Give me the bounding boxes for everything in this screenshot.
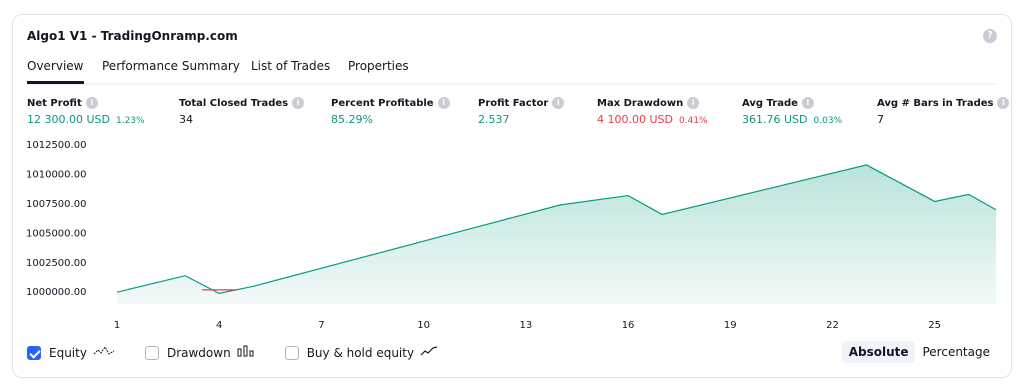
x-tick-label: 7 [318, 320, 324, 331]
x-tick-label: 25 [928, 320, 941, 331]
x-tick-label: 13 [519, 320, 532, 331]
x-tick-label: 4 [216, 320, 222, 331]
equity-chart[interactable]: 1012500.00 1010000.00 1007500.00 1005000.00… [0, 0, 1024, 386]
x-tick-label: 19 [724, 320, 737, 331]
x-tick-label: 22 [826, 320, 839, 331]
y-tick-label: 1007500.00 [26, 199, 86, 210]
x-tick-label: 1 [114, 320, 120, 331]
y-tick-label: 1000000.00 [26, 287, 86, 298]
equity-area [117, 164, 996, 304]
y-tick-label: 1005000.00 [26, 228, 86, 239]
x-tick-label: 16 [622, 320, 635, 331]
y-tick-label: 1012500.00 [26, 140, 86, 151]
x-tick-label: 10 [417, 320, 430, 331]
y-tick-label: 1002500.00 [26, 258, 86, 269]
y-tick-label: 1010000.00 [26, 169, 86, 180]
